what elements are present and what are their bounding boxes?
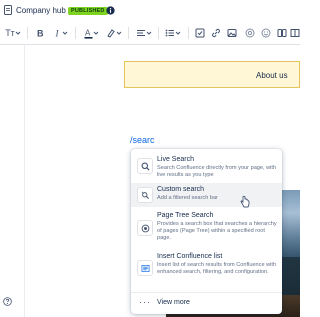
note-panel[interactable]: About us: [124, 61, 300, 88]
text-color-icon: A: [84, 28, 92, 39]
mention-button[interactable]: [244, 26, 256, 40]
menu-item-title: Custom search: [157, 186, 205, 193]
checkbox-icon: [195, 28, 205, 38]
panel-text[interactable]: About us: [256, 71, 288, 80]
title-bar: Company hub PUBLISHED: [0, 0, 300, 22]
toolbar-divider: [158, 27, 159, 39]
editor-toolbar: Tт B I A: [0, 24, 300, 45]
toolbar-divider: [27, 27, 28, 39]
list-button[interactable]: [163, 26, 183, 40]
link-button[interactable]: [210, 26, 222, 40]
view-more-button[interactable]: ··· View more: [131, 292, 282, 313]
page-title[interactable]: Company hub: [16, 6, 66, 15]
svg-text:B: B: [37, 29, 44, 39]
toolbar-divider: [75, 27, 76, 39]
image-button[interactable]: [226, 26, 238, 40]
status-badge[interactable]: PUBLISHED: [68, 7, 108, 15]
toolbar-divider: [188, 27, 189, 39]
chevron-down-icon: [62, 31, 68, 35]
search-icon: [137, 158, 153, 174]
editor-margin-line: [24, 45, 25, 317]
image-icon: [227, 29, 237, 37]
table-button[interactable]: [290, 26, 300, 40]
menu-item-live-search[interactable]: Live Search Search Confluence directly f…: [131, 152, 282, 182]
chevron-down-icon: [15, 31, 21, 35]
table-icon: [290, 29, 300, 37]
menu-item-description: Insert list of search results from Confl…: [157, 262, 277, 276]
menu-item-title: Insert Confluence list: [157, 253, 223, 260]
layout-icon: [277, 29, 287, 37]
emoji-button[interactable]: [260, 26, 272, 40]
menu-item-description: Provides a search box that searches a hi…: [157, 221, 277, 242]
chevron-down-icon: [93, 31, 98, 35]
checkbox-button[interactable]: [194, 26, 206, 40]
align-button[interactable]: [134, 26, 154, 40]
hand-cursor-icon: [240, 196, 250, 208]
italic-button[interactable]: I: [52, 26, 70, 40]
menu-item-page-tree-search[interactable]: Page Tree Search Provides a search box t…: [131, 209, 282, 249]
emoji-icon: [261, 28, 271, 38]
list-icon: [137, 260, 153, 276]
chevron-down-icon: [175, 31, 181, 35]
highlight-button[interactable]: [104, 26, 124, 40]
menu-item-description: Add a filtered search bar: [157, 195, 218, 201]
toolbar-divider: [128, 27, 129, 39]
menu-item-custom-search[interactable]: Custom search Add a filtered search bar: [131, 183, 282, 207]
menu-item-title: Page Tree Search: [157, 212, 214, 219]
align-icon: [137, 30, 145, 36]
page-tree-icon: [137, 220, 153, 236]
layout-button[interactable]: [276, 26, 288, 40]
svg-text:I: I: [55, 29, 60, 39]
text-style-button[interactable]: Tт: [3, 26, 23, 40]
bold-icon: B: [37, 29, 44, 39]
text-color-button[interactable]: A: [82, 26, 100, 40]
highlight-icon: [107, 29, 115, 38]
slash-command-menu: Live Search Search Confluence directly f…: [131, 149, 282, 314]
page-icon: [4, 5, 12, 15]
bold-button[interactable]: B: [34, 26, 46, 40]
help-icon[interactable]: [3, 297, 12, 306]
menu-item-title: Live Search: [157, 156, 194, 163]
info-icon[interactable]: [106, 6, 115, 15]
chevron-down-icon: [116, 31, 122, 35]
italic-icon: I: [55, 29, 60, 39]
chevron-down-icon: [146, 31, 152, 35]
view-more-label: View more: [157, 299, 190, 306]
menu-item-insert-confluence-list[interactable]: Insert Confluence list Insert list of se…: [131, 250, 282, 290]
mention-icon: [245, 28, 255, 38]
list-icon: [165, 29, 174, 37]
slash-command-text[interactable]: /searc: [130, 135, 155, 145]
svg-text:A: A: [85, 28, 91, 37]
filter-search-icon: [137, 187, 153, 203]
link-icon: [212, 28, 220, 38]
menu-item-description: Search Confluence directly from your pag…: [157, 165, 277, 179]
more-icon: ···: [139, 297, 151, 307]
text-style-label: Tт: [5, 28, 15, 38]
